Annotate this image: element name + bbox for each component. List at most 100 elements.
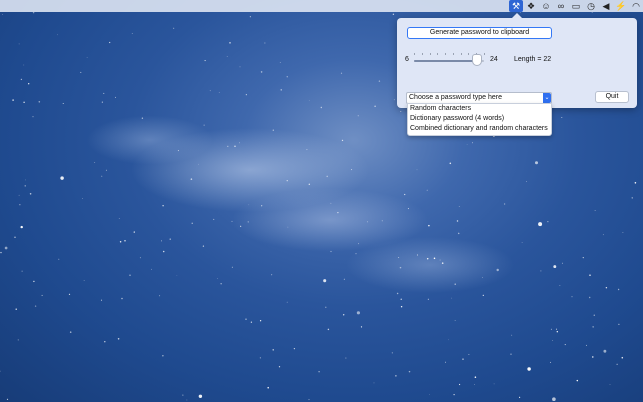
star [561,116,563,119]
star [553,265,557,269]
star [552,397,556,402]
star [400,298,402,300]
star [141,117,144,119]
star [272,349,274,351]
star [0,251,2,254]
star [264,42,266,44]
star [80,71,82,73]
star [441,262,444,264]
creative-cloud-icon[interactable]: ∞ [554,0,568,12]
star [330,250,332,253]
star [62,103,64,105]
star [133,231,135,233]
star [114,96,116,98]
star [400,111,402,112]
star [169,238,171,240]
star [592,326,594,328]
star [202,245,205,247]
star [220,283,222,285]
star [454,283,456,285]
star [60,176,64,180]
chevron-down-icon[interactable]: ⌄ [543,93,551,103]
star [118,218,120,220]
star [547,221,549,223]
star [622,232,624,233]
star [151,268,152,270]
cast-icon[interactable]: ▭ [569,0,583,12]
length-readout: Length = 22 [514,56,552,63]
star [594,209,596,211]
star [337,211,339,214]
star [593,314,595,316]
star [198,394,203,399]
star [576,379,579,382]
star [357,115,359,117]
star [556,331,558,333]
volume-icon[interactable]: ◀ [599,0,613,12]
star [69,331,72,333]
star [330,202,332,204]
star [204,60,206,62]
star [286,180,288,182]
star [231,220,233,222]
star [374,105,376,107]
star [238,142,240,144]
star [14,236,16,238]
password-type-dropdown: Random characters Dictionary password (4… [407,103,552,136]
tools-icon[interactable]: ⚒ [509,0,523,12]
star [474,376,477,378]
star [453,393,455,396]
battery-bolt-icon[interactable]: ⚡ [614,0,628,12]
star [496,268,499,272]
star [248,204,250,206]
star [177,150,179,152]
bear-icon[interactable]: ☺ [539,0,553,12]
length-slider-knob[interactable] [472,54,482,66]
dropdown-option-dictionary[interactable]: Dictionary password (4 words) [410,114,549,124]
star [617,288,620,291]
star [449,162,452,165]
star [326,175,328,178]
star [407,208,409,210]
slider-tick [445,53,446,55]
star [218,92,220,93]
star [286,76,288,78]
star [308,183,310,185]
quit-button[interactable]: Quit [595,91,629,103]
star [259,357,261,359]
star [19,204,21,206]
star [124,239,126,242]
star [286,301,288,303]
star [540,270,542,272]
star [86,57,88,59]
star [240,225,242,227]
dropbox-icon[interactable]: ❖ [524,0,538,12]
star [17,339,19,341]
star [33,280,35,283]
time-machine-icon[interactable]: ◷ [584,0,598,12]
star [521,242,523,244]
star [458,205,460,207]
star [320,106,322,109]
star [162,205,164,207]
star [392,13,395,15]
star [618,323,620,325]
star [448,339,449,341]
star [493,383,495,385]
star [2,14,4,15]
star [57,34,58,36]
select-placeholder: Choose a password type here [409,94,502,101]
star [609,384,611,385]
dropdown-option-combined[interactable]: Combined dictionary and random character… [410,124,549,134]
star [550,328,552,330]
star [190,178,193,180]
wifi-icon[interactable]: ◠ [629,0,643,12]
star [474,384,475,385]
star [131,33,133,35]
star [373,382,375,384]
generate-password-button[interactable]: Generate password to clipboard [407,27,552,39]
star [631,197,633,199]
star [511,334,513,336]
dropdown-option-random[interactable]: Random characters [410,104,549,114]
slider-tick [422,53,423,55]
